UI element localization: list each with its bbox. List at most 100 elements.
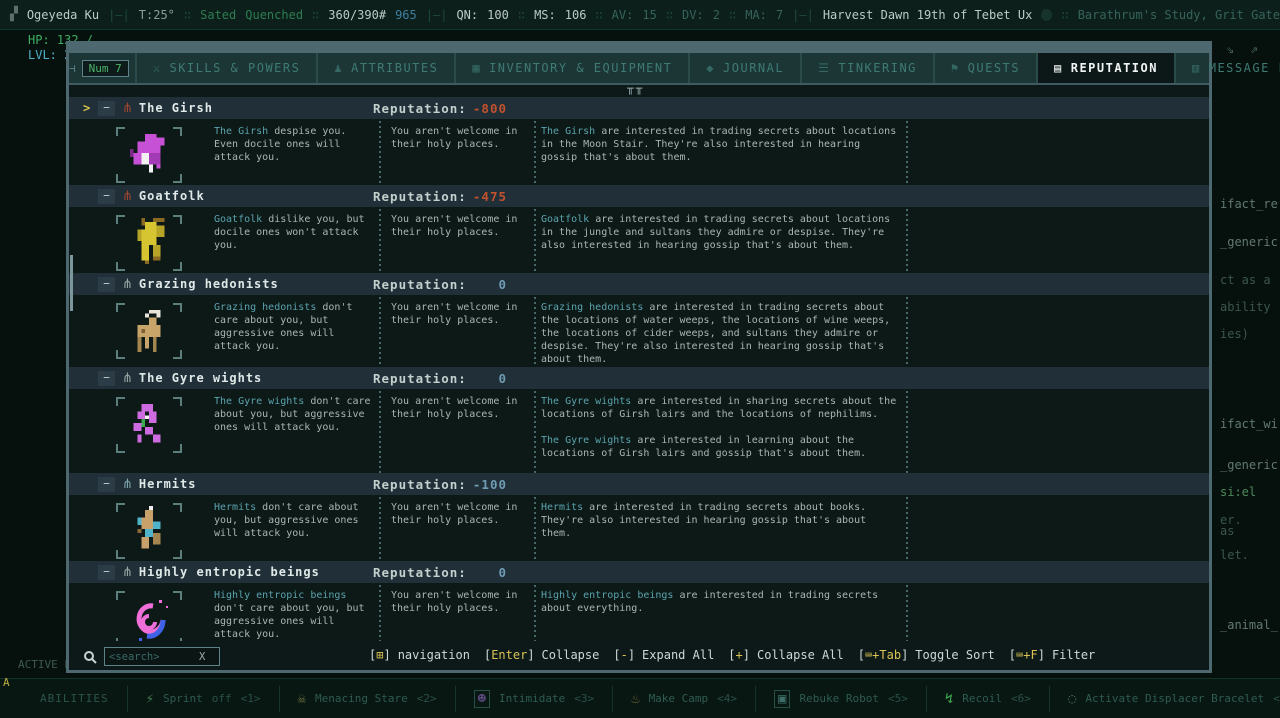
faction-header-gyre-wights[interactable]: − ⋔ The Gyre wights Reputation: 0: [69, 367, 1209, 389]
tab-inventory-equipment[interactable]: ▦ INVENTORY & EQUIPMENT: [456, 53, 690, 83]
scrollbar-thumb[interactable]: [70, 255, 73, 311]
tab-skills-powers[interactable]: ⚔ SKILLS & POWERS: [135, 53, 319, 83]
separator: ∷: [518, 8, 525, 22]
person-icon: ♟: [334, 61, 343, 75]
background-text-fragment: _generic: [1220, 235, 1278, 249]
interests-text: Highly entropic beings are interested in…: [541, 589, 901, 641]
faction-header-hermits[interactable]: − ⋔ Hermits Reputation: -100: [69, 473, 1209, 495]
faction-header-grazing-hedonists[interactable]: − ⋔ Grazing hedonists Reputation: 0: [69, 273, 1209, 295]
welcome-text: You aren't welcome in their holy places.: [391, 501, 519, 561]
sword-icon: ⚔: [153, 61, 162, 75]
hotkey-hints: ⊞navigation EnterCollapse -Expand All +C…: [369, 648, 1095, 662]
tab-message-log[interactable]: ▥ MESSAGE LOG: [1176, 53, 1280, 83]
reputation-value: -800: [449, 101, 507, 116]
collapse-button[interactable]: −: [98, 189, 115, 204]
tab-label: MESSAGE LOG: [1209, 61, 1280, 75]
welcome-text: You aren't welcome in their holy places.: [391, 395, 519, 473]
faction-detail-the-girsh: The Girsh despise you. Even docile ones …: [69, 119, 1209, 185]
collapse-button[interactable]: −: [98, 477, 115, 492]
tab-attributes[interactable]: ♟ ATTRIBUTES: [318, 53, 456, 83]
faction-portrait: [93, 213, 182, 273]
faction-detail-hermits: Hermits don't care about you, but aggres…: [69, 495, 1209, 561]
grazing-hedonist-sprite: [125, 306, 173, 356]
background-text-fragment: si:el: [1220, 485, 1256, 499]
status-effect: Sated: [200, 8, 236, 22]
tab-journal[interactable]: ◆ JOURNAL: [690, 53, 802, 83]
skull-icon: ☠: [298, 691, 306, 707]
separator: |—|: [108, 8, 130, 22]
tabs-container: ⚔ SKILLS & POWERS ♟ ATTRIBUTES ▦ INVENTO…: [135, 53, 1280, 83]
faction-portrait: [93, 501, 182, 561]
background-text-fragment: as: [1220, 524, 1234, 538]
search-input[interactable]: [109, 651, 199, 663]
ability-rebuke-robot[interactable]: ▣ Rebuke Robot <5>: [774, 690, 908, 708]
ability-intimidate[interactable]: ☻ Intimidate <3>: [474, 690, 595, 708]
ability-recoil[interactable]: ↯ Recoil <6>: [945, 691, 1031, 707]
collapse-button[interactable]: −: [98, 565, 115, 580]
gyre-wight-sprite: [125, 400, 173, 450]
reputation-value: -475: [449, 189, 507, 204]
faction-tree-icon: ⋔: [122, 565, 133, 580]
tab-label: QUESTS: [968, 61, 1020, 75]
faction-name: Goatfolk: [139, 189, 205, 203]
ability-menacing-stare[interactable]: ☠ Menacing Stare <2>: [298, 691, 437, 707]
top-status-bar: ▞ Ogeyeda Ku |—| T:25° ∷ Sated Quenched …: [0, 0, 1280, 30]
stat-dv-value: 2: [713, 8, 720, 22]
faction-header-highly-entropic-beings[interactable]: − ⋔ Highly entropic beings Reputation: 0: [69, 561, 1209, 583]
badge-tick: ⊣: [69, 62, 76, 75]
faction-name: The Girsh: [139, 101, 213, 115]
robot-icon: ▣: [774, 690, 790, 708]
attitude-text: The Girsh despise you. Even docile ones …: [214, 125, 372, 185]
drams-count: 965: [395, 8, 417, 22]
tab-label: INVENTORY & EQUIPMENT: [489, 61, 672, 75]
background-text-fragment: ies): [1220, 327, 1249, 341]
hint-navigation: ⊞navigation: [369, 648, 470, 662]
search-box[interactable]: X: [104, 647, 220, 666]
faction-tree-icon: ⋔: [122, 371, 133, 386]
collapse-button[interactable]: −: [98, 101, 115, 116]
ability-bar: ABILITIES ⚡ Sprint off <1> ☠ Menacing St…: [0, 678, 1280, 718]
stat-ma-value: 7: [776, 8, 783, 22]
faction-portrait: [93, 589, 182, 641]
reputation-value: 0: [449, 565, 507, 580]
reputation-value: 0: [449, 277, 507, 292]
faction-tree-icon: ⋔: [122, 477, 133, 492]
reputation-list: ╥╥ > − ⋔ The Girsh Reputation: -800: [69, 85, 1209, 643]
tab-label: JOURNAL: [723, 61, 784, 75]
separator: |—|: [426, 8, 448, 22]
faction-name: Highly entropic beings: [139, 565, 320, 579]
faction-detail-grazing-hedonists: Grazing hedonists don't care about you, …: [69, 295, 1209, 367]
flame-icon: ♨: [631, 691, 639, 707]
faction-tree-icon: ⋔: [122, 277, 133, 292]
player-name: Ogeyeda Ku: [27, 8, 99, 22]
faction-tree-icon: ⋔: [122, 189, 133, 204]
welcome-text: You aren't welcome in their holy places.: [391, 213, 519, 273]
collapse-button[interactable]: −: [98, 277, 115, 292]
background-text-fragment: ability: [1220, 300, 1271, 314]
stat-ms-value: 106: [565, 8, 587, 22]
faction-name: Hermits: [139, 477, 197, 491]
faction-header-the-girsh[interactable]: > − ⋔ The Girsh Reputation: -800: [69, 97, 1209, 119]
ability-activate-displacer-bracelet[interactable]: ◌ Activate Displacer Bracelet <7>: [1068, 691, 1280, 707]
interests-text: Goatfolk are interested in trading secre…: [541, 213, 901, 273]
tab-quests[interactable]: ⚑ QUESTS: [935, 53, 1038, 83]
tab-tinkering[interactable]: ☰ TINKERING: [802, 53, 935, 83]
tab-label: REPUTATION: [1071, 61, 1158, 75]
clear-search-button[interactable]: X: [199, 651, 205, 663]
faction-detail-goatfolk: Goatfolk dislike you, but docile ones wo…: [69, 207, 1209, 273]
scroll-handle[interactable]: ╥╥: [627, 85, 644, 95]
tab-reputation[interactable]: ▤ REPUTATION: [1038, 53, 1176, 83]
faction-header-goatfolk[interactable]: − ⋔ Goatfolk Reputation: -475: [69, 185, 1209, 207]
collapse-button[interactable]: −: [98, 371, 115, 386]
background-text-fragment: ct as a: [1220, 273, 1271, 287]
attitude-text: Hermits don't care about you, but aggres…: [214, 501, 372, 561]
ability-sprint[interactable]: ⚡ Sprint off <1>: [146, 691, 261, 707]
stat-qn-label: QN:: [456, 8, 478, 22]
separator: ∷: [184, 8, 191, 22]
prev-tab-key-badge[interactable]: Num 7: [82, 60, 129, 77]
stat-av-value: 15: [642, 8, 656, 22]
faction-portrait: [93, 395, 182, 473]
background-text-fragment: _generic: [1220, 458, 1278, 472]
girsh-sprite: [125, 130, 173, 180]
ability-make-camp[interactable]: ♨ Make Camp <4>: [631, 691, 737, 707]
